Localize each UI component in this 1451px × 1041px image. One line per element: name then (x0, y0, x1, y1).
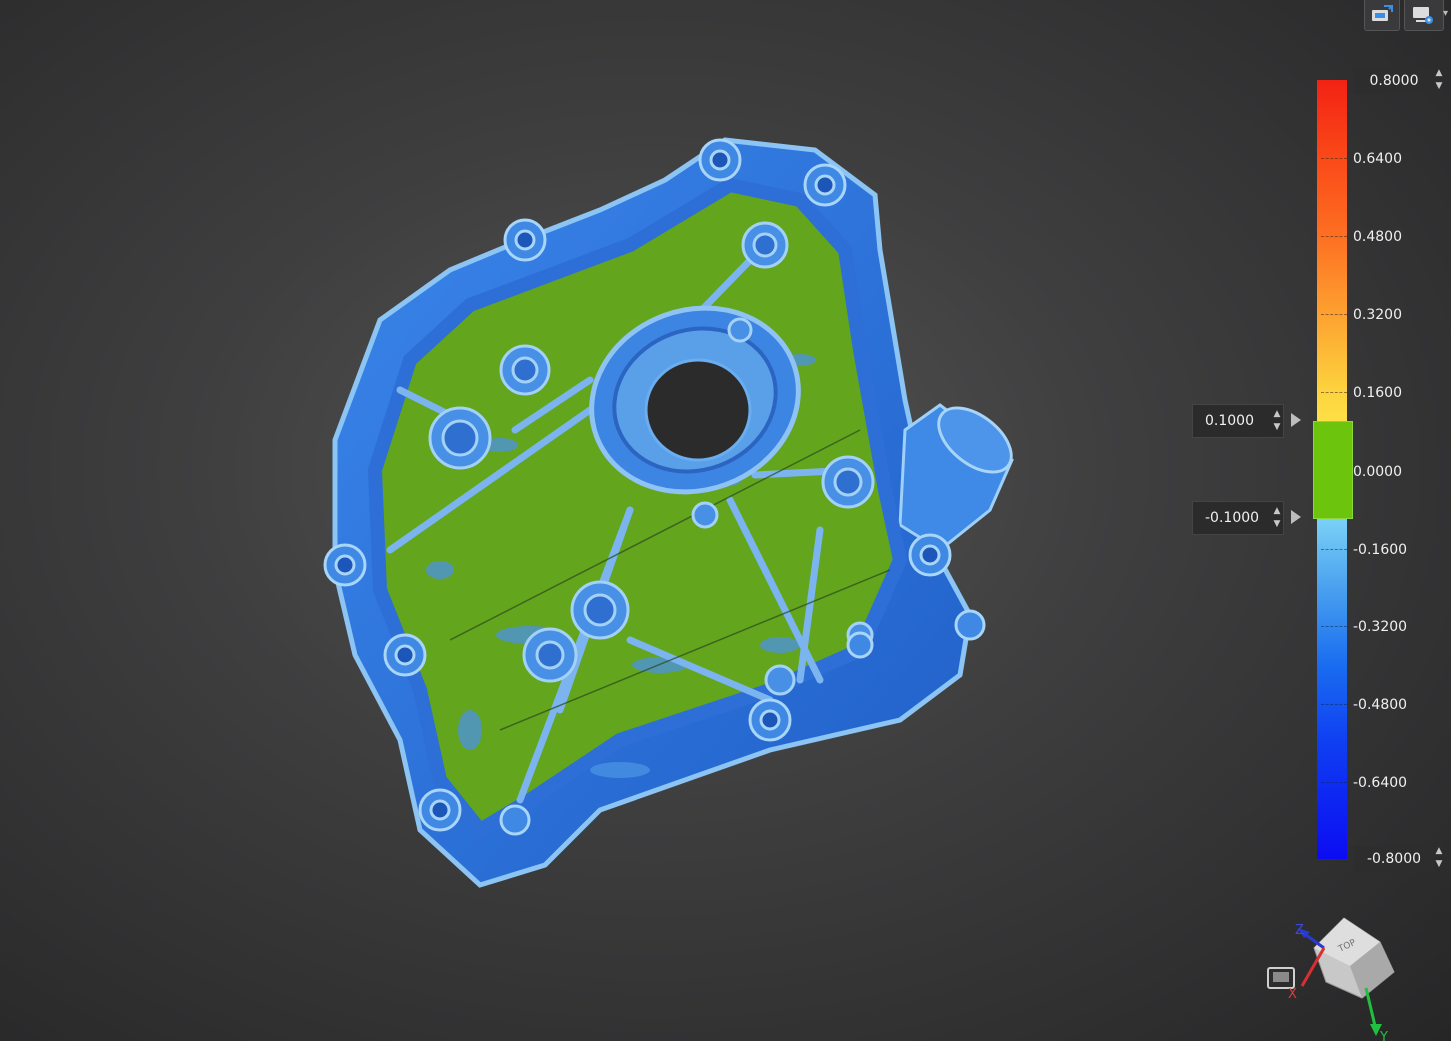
spin-down-icon[interactable]: ▼ (1436, 860, 1443, 869)
axis-y-label: Y (1379, 1030, 1388, 1041)
legend-tick-label: -0.3200 (1353, 619, 1408, 635)
display-settings-button[interactable] (1404, 0, 1444, 31)
lower-tolerance-handle-icon[interactable] (1291, 510, 1301, 524)
upper-tolerance-handle-icon[interactable] (1291, 413, 1301, 427)
legend-tick-label: -0.1600 (1353, 542, 1408, 558)
max-spinner[interactable]: ▲ ▼ (1433, 69, 1445, 91)
navigation-cube[interactable]: TOP Z X Y (1262, 914, 1412, 1041)
axis-x-label: X (1288, 987, 1297, 1002)
spin-up-icon[interactable]: ▲ (1274, 507, 1281, 516)
legend-max-value[interactable]: 0.8000 (1353, 68, 1435, 94)
spin-down-icon[interactable]: ▼ (1274, 423, 1281, 432)
legend-tick-label: 0.3200 (1353, 307, 1402, 323)
legend-tick-label: -0.6400 (1353, 775, 1408, 791)
tolerance-band[interactable] (1313, 421, 1353, 519)
legend-tick-label: -0.4800 (1353, 697, 1408, 713)
legend-tick-label: 0.0000 (1353, 464, 1402, 480)
dropdown-caret-icon[interactable]: ▾ (1443, 8, 1448, 19)
spin-down-icon[interactable]: ▼ (1436, 82, 1443, 91)
3d-viewport[interactable]: ▾ 0.8000 ▲ ▼ 0.6400 0.4800 0.3200 0.1600 … (0, 0, 1451, 1041)
legend-min-value[interactable]: -0.8000 (1353, 846, 1435, 872)
legend-tick-label: 0.6400 (1353, 151, 1402, 167)
axis-z-label: Z (1295, 923, 1304, 938)
legend-tick-label: 0.4800 (1353, 229, 1402, 245)
lower-tolerance-spinner[interactable]: ▲ ▼ (1271, 507, 1283, 529)
swap-view-icon (1372, 5, 1393, 21)
legend-tick-label: 0.1600 (1353, 385, 1402, 401)
spin-up-icon[interactable]: ▲ (1274, 410, 1281, 419)
spin-down-icon[interactable]: ▼ (1274, 520, 1281, 529)
display-settings-icon (1413, 7, 1433, 24)
engine-cover-model[interactable] (300, 110, 1020, 890)
swap-view-button[interactable] (1364, 0, 1400, 31)
min-spinner[interactable]: ▲ ▼ (1433, 847, 1445, 869)
spin-up-icon[interactable]: ▲ (1436, 847, 1443, 856)
upper-tolerance-spinner[interactable]: ▲ ▼ (1271, 410, 1283, 432)
spin-up-icon[interactable]: ▲ (1436, 69, 1443, 78)
